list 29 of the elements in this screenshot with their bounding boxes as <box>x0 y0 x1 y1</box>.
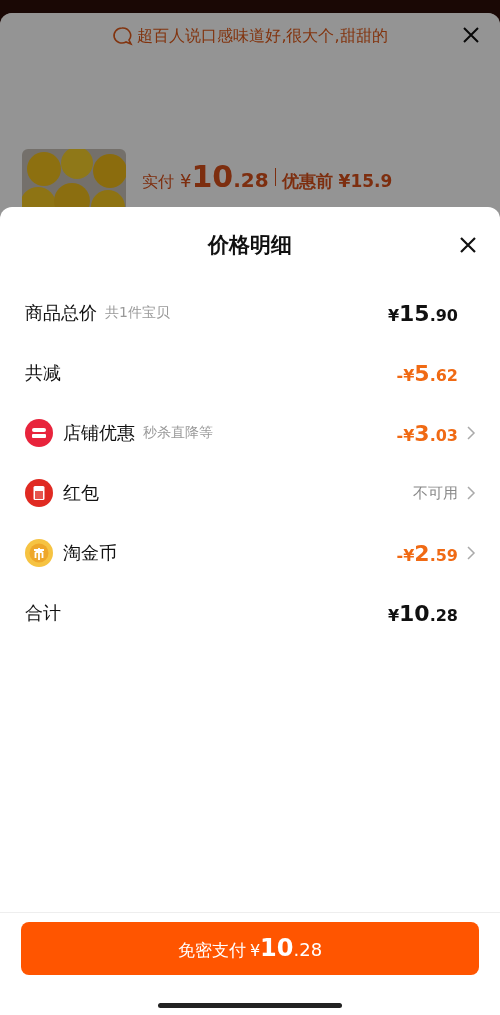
chevron-icon[interactable] <box>466 486 476 500</box>
row-amount: -¥5.62 <box>396 360 458 386</box>
row-label: 店铺优惠 <box>63 421 135 445</box>
row-note: 共1件宝贝 <box>105 304 170 322</box>
chevron-icon[interactable] <box>466 546 476 560</box>
paid-price: ¥10.28 <box>180 159 269 194</box>
row-label: 红包 <box>63 481 99 505</box>
paid-label: 实付 <box>142 172 174 193</box>
row-amount: -¥2.59 <box>396 540 458 566</box>
row-amount: -¥3.03 <box>396 420 458 446</box>
pay-button[interactable]: 免密支付 ¥10.28 <box>21 922 479 975</box>
row-amount: 不可用 <box>413 483 458 503</box>
row-label: 共减 <box>25 361 61 385</box>
chat-icon <box>112 26 135 46</box>
row-label: 淘金币 <box>63 541 117 565</box>
row-label: 合计 <box>25 601 61 625</box>
sheet-title: 价格明细 <box>208 232 292 259</box>
row-note: 秒杀直降等 <box>143 424 213 442</box>
row-amount: ¥10.28 <box>387 600 458 626</box>
coin-icon <box>25 539 53 567</box>
chevron-icon[interactable] <box>466 426 476 440</box>
close-icon[interactable] <box>462 26 480 44</box>
original-price: 优惠前 ¥15.9 <box>281 170 393 193</box>
row-amount: ¥15.90 <box>387 300 458 326</box>
row-label: 商品总价 <box>25 301 97 325</box>
envelope-icon <box>25 479 53 507</box>
shop-icon <box>25 419 53 447</box>
review-text: 超百人说口感味道好,很大个,甜甜的 <box>137 25 388 47</box>
close-button[interactable] <box>458 235 478 255</box>
